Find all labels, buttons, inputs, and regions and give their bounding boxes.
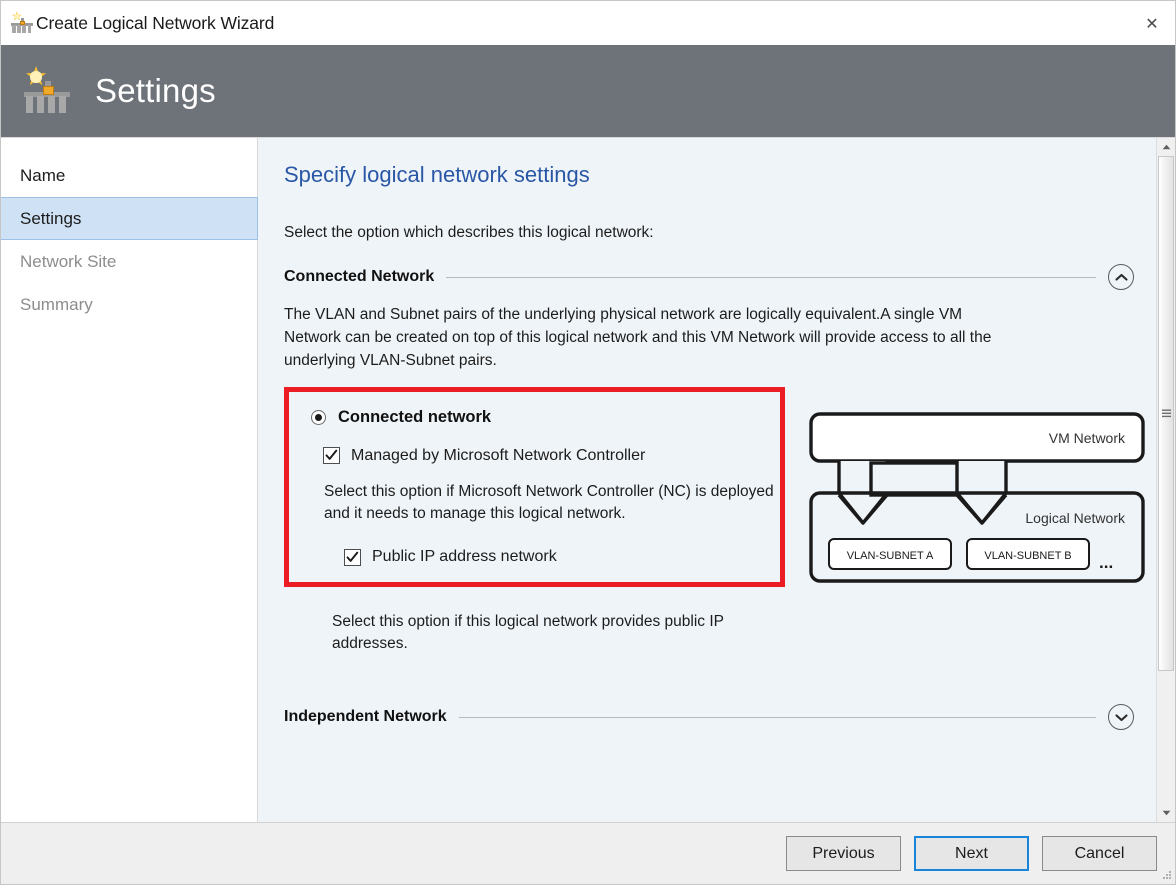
checkbox-checked-icon[interactable] (344, 548, 361, 566)
title-bar: Create Logical Network Wizard ✕ (1, 1, 1175, 45)
network-topology-diagram: VM Network Logical Network VLAN-SUBNET A… (807, 411, 1152, 591)
wizard-header: Settings (1, 45, 1175, 137)
main-pane: Specify logical network settings Select … (258, 138, 1175, 822)
wizard-footer: Previous Next Cancel (1, 822, 1175, 884)
cancel-button[interactable]: Cancel (1042, 836, 1157, 871)
chevron-down-icon[interactable] (1108, 704, 1134, 731)
window-title: Create Logical Network Wizard (36, 12, 275, 33)
sidebar-item-summary[interactable]: Summary (1, 283, 257, 326)
sidebar-item-label: Settings (20, 208, 82, 228)
radio-selected-icon[interactable] (311, 409, 326, 425)
settings-content: Specify logical network settings Select … (258, 138, 1156, 822)
vm-network-label: VM Network (1049, 430, 1126, 446)
managed-by-nc-checkbox-row[interactable]: Managed by Microsoft Network Controller (323, 447, 780, 465)
radio-label: Connected network (338, 407, 492, 426)
intro-text: Select the option which describes this l… (284, 224, 654, 241)
connected-network-section-header[interactable]: Connected Network (284, 264, 1156, 290)
section-divider (458, 716, 1096, 718)
wizard-body: Name Settings Network Site Summary Speci… (1, 137, 1175, 822)
sidebar-item-label: Summary (20, 294, 93, 314)
next-button[interactable]: Next (914, 836, 1029, 871)
scrollbar-track[interactable] (1157, 156, 1175, 804)
section-divider (446, 276, 1096, 278)
connected-network-description: The VLAN and Subnet pairs of the underly… (284, 306, 992, 369)
previous-button[interactable]: Previous (786, 836, 901, 871)
section-heading: Independent Network (284, 708, 447, 726)
sidebar-item-label: Network Site (20, 251, 117, 271)
managed-by-nc-hint: Select this option if Microsoft Network … (324, 482, 774, 523)
checkbox-label: Public IP address network (372, 548, 557, 566)
public-ip-checkbox-row[interactable]: Public IP address network (344, 548, 780, 566)
checkbox-checked-icon[interactable] (323, 447, 340, 465)
sidebar-item-settings[interactable]: Settings (1, 197, 258, 240)
section-heading: Connected Network (284, 268, 435, 285)
sidebar-item-name[interactable]: Name (1, 154, 257, 197)
connected-network-options: Connected network Managed by Microsoft N… (284, 386, 1156, 591)
vlan-subnet-b-label: VLAN-SUBNET B (984, 550, 1071, 562)
page-title: Specify logical network settings (284, 162, 590, 187)
public-ip-hint: Select this option if this logical netwo… (332, 612, 724, 653)
connected-network-radio-row[interactable]: Connected network (311, 408, 780, 427)
independent-network-section-header[interactable]: Independent Network (284, 704, 1156, 731)
sidebar-item-label: Name (20, 165, 66, 185)
diagram-ellipsis: ... (1099, 553, 1113, 572)
scroll-up-arrow-icon[interactable] (1157, 138, 1175, 156)
vertical-scrollbar[interactable] (1156, 138, 1175, 822)
highlighted-option-group: Connected network Managed by Microsoft N… (284, 386, 785, 588)
scrollbar-grip-icon (1161, 409, 1171, 418)
sidebar-item-network-site[interactable]: Network Site (1, 240, 257, 283)
wizard-window: Create Logical Network Wizard ✕ Settings (0, 0, 1176, 885)
checkbox-label: Managed by Microsoft Network Controller (351, 446, 646, 464)
network-wizard-icon (10, 11, 34, 35)
network-wizard-icon (21, 65, 73, 117)
wizard-step-nav: Name Settings Network Site Summary (1, 138, 258, 822)
scrollbar-thumb[interactable] (1158, 156, 1174, 671)
vlan-subnet-a-label: VLAN-SUBNET A (847, 550, 934, 562)
close-icon[interactable]: ✕ (1129, 1, 1175, 45)
header-title: Settings (95, 72, 216, 109)
scroll-down-arrow-icon[interactable] (1157, 804, 1175, 822)
logical-network-label: Logical Network (1025, 510, 1126, 526)
chevron-up-icon[interactable] (1108, 264, 1134, 290)
resize-grip-icon[interactable] (1160, 869, 1172, 881)
